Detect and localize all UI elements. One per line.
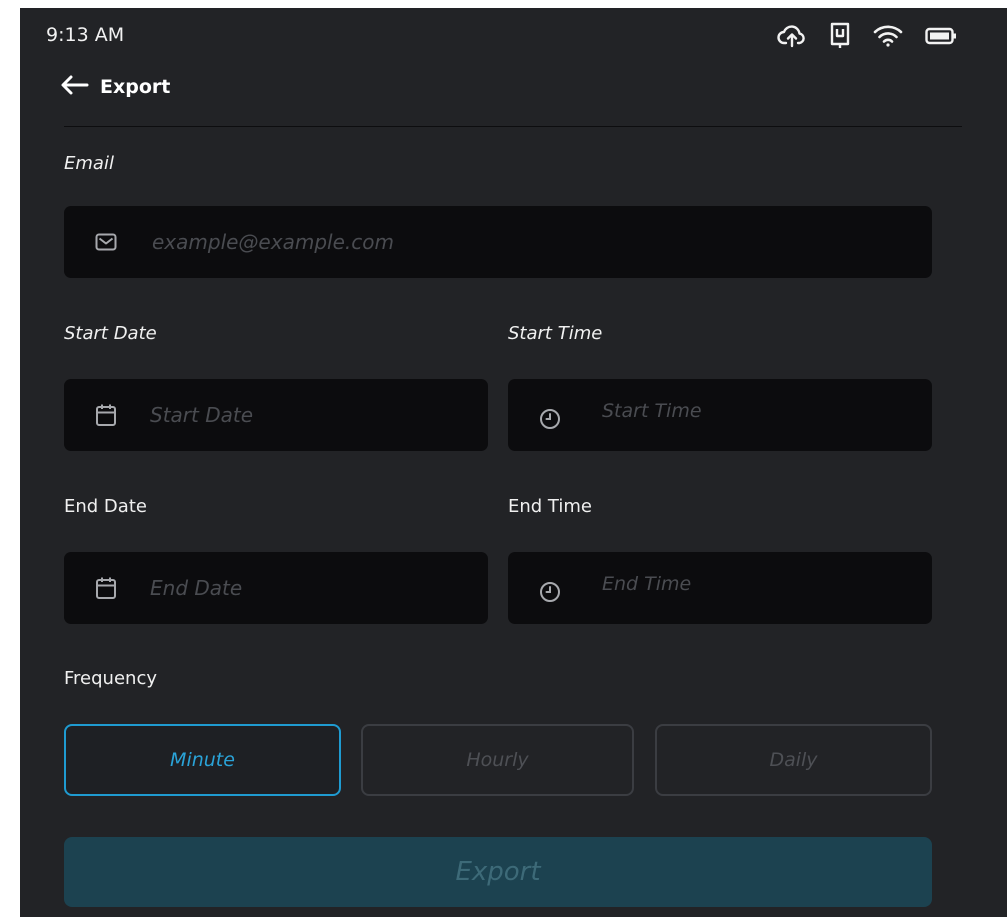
start-time-placeholder: Start Time bbox=[602, 400, 702, 422]
start-time-label: Start Time bbox=[508, 323, 603, 344]
back-button[interactable]: Export bbox=[60, 74, 170, 100]
battery-icon bbox=[925, 26, 957, 46]
start-date-field[interactable]: Start Date bbox=[64, 379, 488, 451]
status-icons bbox=[777, 22, 957, 50]
export-button[interactable]: Export bbox=[64, 837, 932, 907]
start-date-label: Start Date bbox=[64, 323, 157, 344]
email-placeholder: example@example.com bbox=[152, 230, 394, 254]
end-time-label: End Time bbox=[508, 496, 592, 517]
calendar-icon bbox=[95, 576, 117, 600]
frequency-option-daily[interactable]: Daily bbox=[655, 724, 932, 796]
end-date-label: End Date bbox=[64, 496, 147, 517]
frequency-option-hourly[interactable]: Hourly bbox=[361, 724, 634, 796]
email-label: Email bbox=[64, 153, 114, 174]
arrow-left-icon bbox=[60, 74, 90, 100]
calendar-icon bbox=[95, 403, 117, 427]
frequency-label: Frequency bbox=[64, 668, 157, 689]
mail-icon bbox=[95, 233, 117, 251]
end-time-field[interactable]: End Time bbox=[508, 552, 932, 624]
export-screen: 9:13 AM Export Email example@example.com… bbox=[20, 8, 1007, 917]
cloud-upload-icon bbox=[777, 23, 807, 49]
status-time: 9:13 AM bbox=[46, 24, 125, 46]
header-divider bbox=[64, 126, 962, 127]
end-time-placeholder: End Time bbox=[602, 573, 692, 595]
email-field[interactable]: example@example.com bbox=[64, 206, 932, 278]
start-date-placeholder: Start Date bbox=[150, 403, 254, 427]
wifi-icon bbox=[873, 24, 903, 48]
device-icon bbox=[829, 22, 851, 50]
start-time-field[interactable]: Start Time bbox=[508, 379, 932, 451]
page-title: Export bbox=[100, 76, 171, 98]
end-date-placeholder: End Date bbox=[150, 576, 243, 600]
frequency-option-minute[interactable]: Minute bbox=[64, 724, 341, 796]
clock-icon bbox=[539, 408, 561, 430]
end-date-field[interactable]: End Date bbox=[64, 552, 488, 624]
clock-icon bbox=[539, 581, 561, 603]
